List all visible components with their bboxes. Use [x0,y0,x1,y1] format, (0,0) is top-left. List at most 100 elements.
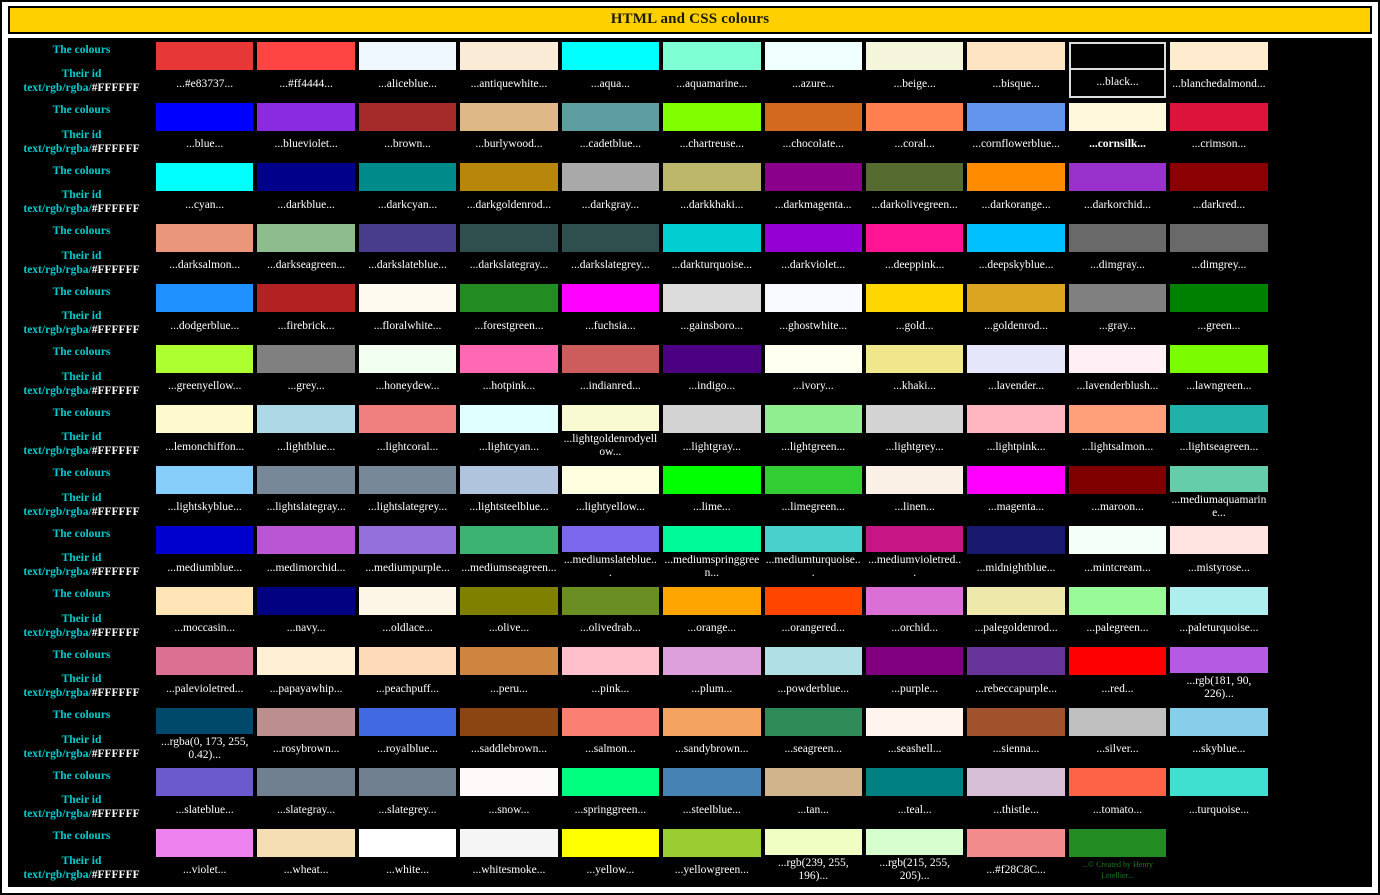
colour-cell[interactable]: ...medimorchid... [255,523,357,584]
colour-swatch[interactable] [865,586,964,615]
colour-cell[interactable]: ...mediumblue... [154,523,256,584]
colour-swatch[interactable] [1068,768,1167,796]
colour-cell[interactable]: ...saddlebrown... [458,704,560,765]
colour-swatch[interactable] [967,284,1065,312]
colour-swatch[interactable] [358,768,457,796]
colour-cell[interactable]: ...aquamarine... [661,39,763,100]
colour-cell[interactable]: ...#ff4444... [255,39,357,100]
colour-cell[interactable]: ...lightgray... [661,402,763,463]
colour-swatch[interactable] [358,344,457,373]
colour-swatch[interactable] [1170,647,1268,674]
colour-swatch[interactable] [156,768,254,796]
colour-cell[interactable]: ...red... [1066,644,1169,705]
colour-cell[interactable]: ...lawngreen... [1168,341,1270,402]
colour-swatch[interactable] [1170,707,1268,736]
colour-cell[interactable]: ...darkorange... [965,160,1067,221]
colour-swatch[interactable] [663,465,761,494]
colour-cell[interactable]: ...antiquewhite... [458,39,560,100]
colour-swatch[interactable] [561,163,660,191]
colour-cell[interactable]: ...© Created by Henry Letellier... [1066,825,1169,886]
colour-cell[interactable]: ...darkkhaki... [661,160,763,221]
colour-swatch[interactable] [257,465,355,494]
colour-swatch[interactable] [358,405,457,433]
colour-swatch[interactable] [1068,42,1167,70]
colour-cell[interactable]: ...lemonchiffon... [154,402,256,463]
colour-swatch[interactable] [967,465,1065,494]
colour-cell[interactable]: ...chocolate... [762,99,864,160]
colour-swatch[interactable] [358,42,457,70]
colour-cell[interactable]: ...whitesmoke... [458,825,560,886]
colour-swatch[interactable] [967,526,1065,554]
colour-cell[interactable]: ...blue... [154,99,256,160]
colour-cell[interactable]: ...goldenrod... [965,281,1067,342]
colour-swatch[interactable] [358,223,457,252]
colour-cell[interactable]: ...gainsboro... [661,281,763,342]
colour-cell[interactable]: ...coral... [863,99,966,160]
colour-cell[interactable]: ...lightsalmon... [1066,402,1169,463]
colour-swatch[interactable] [358,102,457,131]
colour-swatch[interactable] [1170,586,1268,615]
colour-swatch[interactable] [1068,707,1167,736]
colour-cell[interactable]: ...pink... [559,644,662,705]
colour-swatch[interactable] [663,102,761,131]
colour-cell[interactable]: ...wheat... [255,825,357,886]
colour-cell[interactable]: ...cornsilk... [1066,99,1169,160]
colour-swatch[interactable] [156,223,254,252]
colour-swatch[interactable] [865,102,964,131]
colour-cell[interactable]: ...lightsteelblue... [458,462,560,523]
colour-swatch[interactable] [1170,42,1268,70]
colour-swatch[interactable] [460,163,558,191]
colour-cell[interactable]: ...skyblue... [1168,704,1270,765]
colour-swatch[interactable] [1170,102,1268,131]
colour-swatch[interactable] [764,344,862,373]
colour-swatch[interactable] [1068,223,1167,252]
colour-cell[interactable]: ...lavenderblush... [1066,341,1169,402]
colour-cell[interactable]: ...turquoise... [1168,765,1270,826]
colour-cell[interactable]: ...rgb(215, 255, 205)... [863,825,966,886]
colour-swatch[interactable] [865,526,964,553]
colour-swatch[interactable] [865,707,964,736]
colour-cell[interactable]: ...orchid... [863,583,966,644]
colour-cell[interactable]: ...darkgray... [559,160,662,221]
colour-swatch[interactable] [764,586,862,615]
colour-cell[interactable]: ...khaki... [863,341,966,402]
colour-swatch[interactable] [561,465,660,494]
colour-cell[interactable]: ...peru... [458,644,560,705]
colour-cell[interactable]: ...slategrey... [356,765,459,826]
colour-swatch[interactable] [257,707,355,736]
colour-swatch[interactable] [967,102,1065,131]
colour-cell[interactable]: ...lightgoldenrodyellow... [559,402,662,463]
colour-cell[interactable]: ...lightyellow... [559,462,662,523]
colour-swatch[interactable] [663,284,761,312]
colour-swatch[interactable] [156,526,254,554]
colour-cell[interactable]: ...#e83737... [154,39,256,100]
colour-cell[interactable]: ...slateblue... [154,765,256,826]
colour-swatch[interactable] [561,647,660,675]
colour-swatch[interactable] [156,344,254,373]
colour-swatch[interactable] [460,102,558,131]
colour-swatch[interactable] [460,828,558,857]
colour-swatch[interactable] [460,284,558,312]
colour-cell[interactable]: ...darksalmon... [154,220,256,281]
colour-cell[interactable]: ...grey... [255,341,357,402]
colour-cell[interactable]: ...chartreuse... [661,99,763,160]
colour-swatch[interactable] [156,647,254,675]
colour-swatch[interactable] [865,223,964,252]
colour-swatch[interactable] [764,828,862,855]
colour-swatch[interactable] [156,163,254,191]
colour-swatch[interactable] [663,828,761,857]
colour-swatch[interactable] [156,828,254,857]
colour-swatch[interactable] [1068,465,1167,494]
colour-swatch[interactable] [1068,647,1167,675]
colour-swatch[interactable] [865,465,964,494]
colour-swatch[interactable] [358,526,457,554]
colour-swatch[interactable] [257,586,355,615]
colour-swatch[interactable] [156,465,254,494]
colour-swatch[interactable] [156,586,254,615]
colour-swatch[interactable] [358,707,457,736]
colour-cell[interactable]: ...indigo... [661,341,763,402]
colour-swatch[interactable] [764,526,862,553]
colour-cell[interactable]: ...dodgerblue... [154,281,256,342]
colour-cell[interactable]: ...sandybrown... [661,704,763,765]
colour-cell[interactable]: ...palevioletred... [154,644,256,705]
